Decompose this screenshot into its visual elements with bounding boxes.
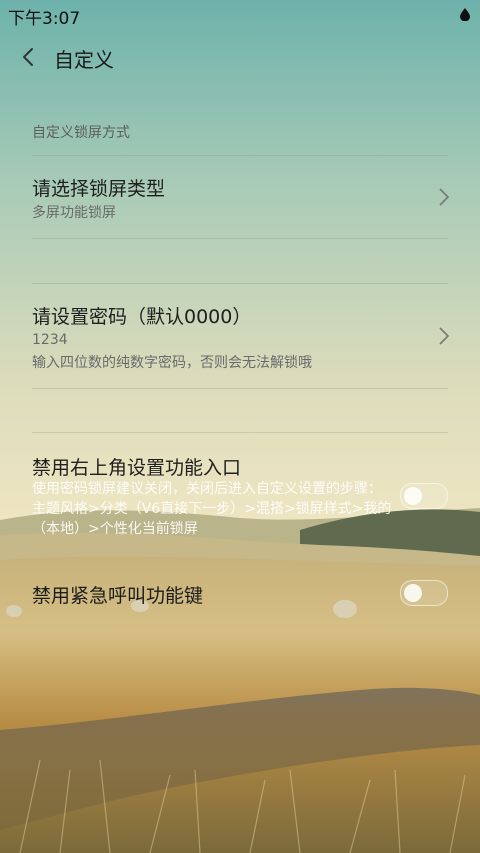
status-time: 下午3:07 [8, 9, 81, 29]
password-title: 请设置密码（默认0000） [32, 306, 252, 328]
status-bar: 下午3:07 [0, 0, 480, 29]
back-arrow-icon[interactable] [18, 45, 40, 69]
disable-emergency-call-title: 禁用紧急呼叫功能键 [32, 585, 204, 607]
drop-icon [460, 8, 470, 21]
toggle-knob [404, 584, 422, 602]
password-item[interactable]: 请设置密码（默认0000） 1234 输入四位数的纯数字密码，否则会无法解锁哦 [0, 284, 480, 388]
disable-settings-entry-toggle[interactable] [400, 483, 448, 509]
disable-settings-entry-title: 禁用右上角设置功能入口 [32, 457, 242, 479]
disable-emergency-call-toggle[interactable] [400, 580, 448, 606]
lock-type-title: 请选择锁屏类型 [32, 178, 166, 200]
disable-settings-entry-description: 使用密码锁屏建议关闭，关闭后进入自定义设置的步骤：主题风格>分类（V6直接下一步… [32, 481, 392, 537]
page-title: 自定义 [54, 48, 114, 72]
lock-type-value: 多屏功能锁屏 [32, 205, 116, 221]
section-title: 自定义锁屏方式 [32, 125, 130, 141]
password-hint: 输入四位数的纯数字密码，否则会无法解锁哦 [32, 355, 312, 371]
divider [32, 238, 448, 239]
lock-type-item[interactable]: 请选择锁屏类型 多屏功能锁屏 [0, 156, 480, 238]
header: 自定义 [0, 36, 480, 80]
disable-settings-entry-item[interactable]: 禁用右上角设置功能入口 使用密码锁屏建议关闭，关闭后进入自定义设置的步骤：主题风… [0, 433, 480, 543]
disable-emergency-call-item[interactable]: 禁用紧急呼叫功能键 [0, 565, 480, 621]
divider [32, 388, 448, 389]
chevron-right-icon [439, 188, 450, 206]
chevron-right-icon [439, 327, 450, 345]
password-value: 1234 [32, 332, 68, 348]
toggle-knob [404, 487, 422, 505]
